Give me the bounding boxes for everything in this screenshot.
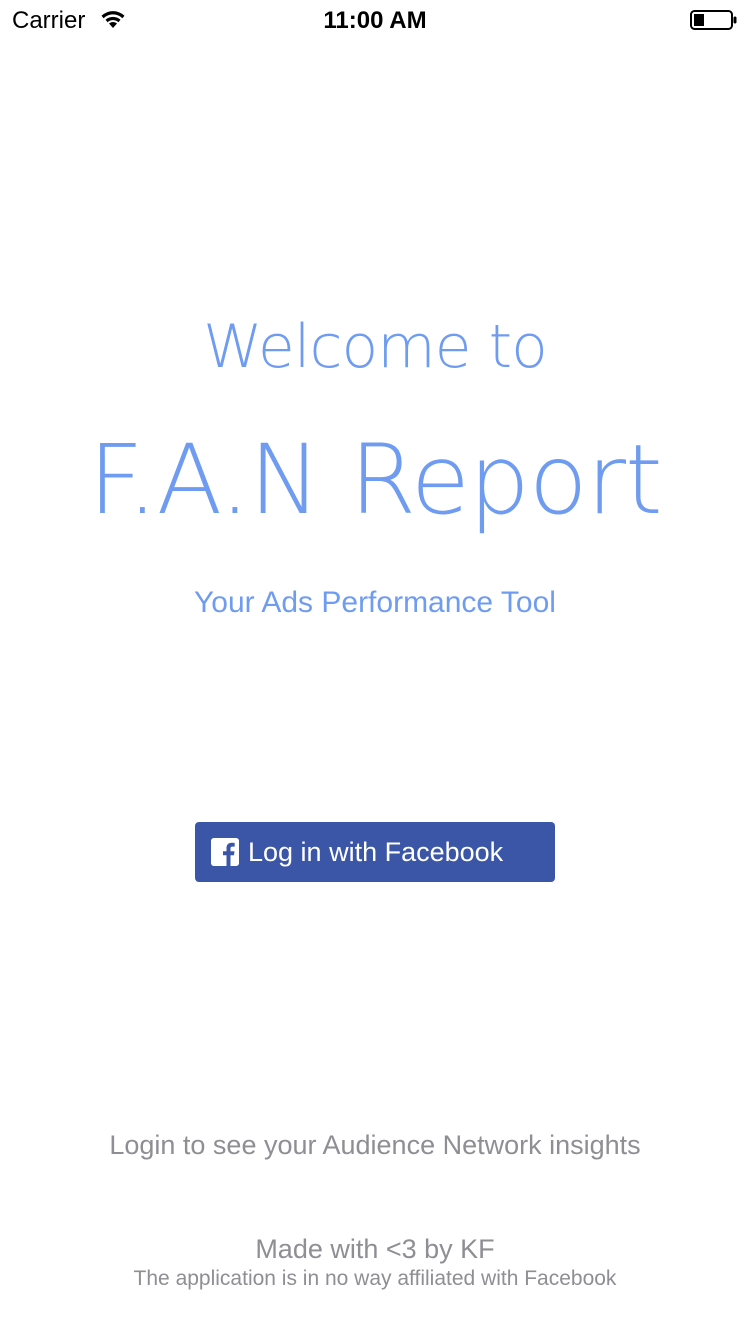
clock-time: 11:00 AM — [323, 7, 427, 34]
status-bar: Carrier 11:00 AM — [0, 0, 750, 40]
battery-icon — [690, 10, 738, 30]
login-hint: Login to see your Audience Network insig… — [109, 1130, 641, 1160]
facebook-icon — [211, 838, 239, 866]
app-tagline: Your Ads Performance Tool — [194, 586, 556, 619]
app-title: F.A.N Report — [88, 424, 662, 536]
login-screen: Carrier 11:00 AM Welcome to F.A.N Report… — [0, 0, 750, 1334]
facebook-login-label: Log in with Facebook — [248, 836, 504, 867]
facebook-login-button[interactable]: Log in with Facebook — [195, 822, 555, 882]
welcome-heading: Welcome to — [203, 312, 548, 382]
credits-text: Made with <3 by KF — [255, 1234, 495, 1264]
disclaimer-text: The application is in no way affiliated … — [133, 1267, 617, 1290]
